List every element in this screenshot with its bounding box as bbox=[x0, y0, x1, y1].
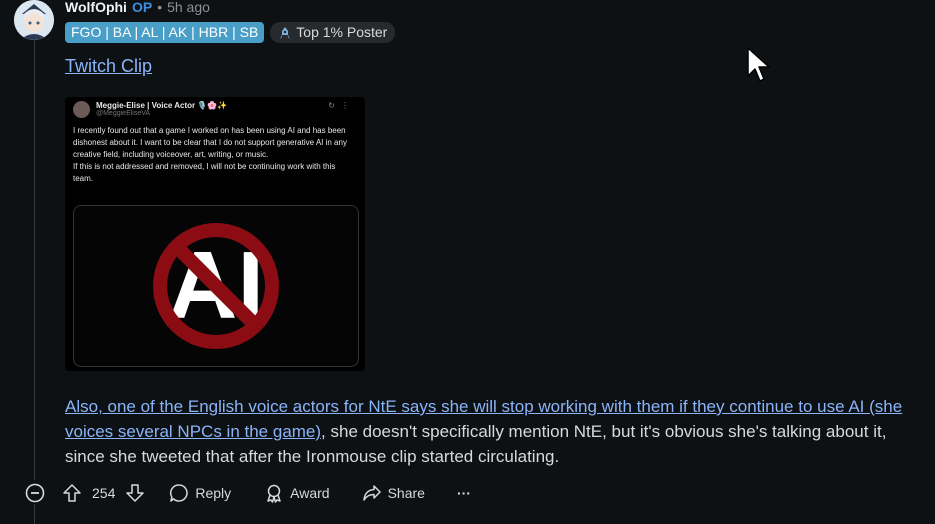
tweet-author-handle: @MeggieEliseVA bbox=[96, 110, 151, 117]
tweet-paragraph-2: If this is not addressed and removed, I … bbox=[73, 162, 336, 183]
collapse-thread-button[interactable] bbox=[24, 483, 46, 503]
share-label: Share bbox=[387, 485, 425, 501]
tweet-menu-icons: ↻⋮ bbox=[328, 101, 355, 110]
timestamp[interactable]: 5h ago bbox=[167, 0, 210, 15]
tweet-media: AI bbox=[73, 205, 359, 367]
top-poster-label: Top 1% Poster bbox=[296, 24, 388, 40]
no-ai-symbol: AI bbox=[153, 223, 279, 349]
comment-actions: 254 Reply Award Share ··· bbox=[24, 480, 471, 506]
tweet-paragraph-1: I recently found out that a game I worke… bbox=[73, 126, 347, 159]
tweet-text: I recently found out that a game I worke… bbox=[73, 125, 357, 185]
tweet-avatar bbox=[73, 101, 90, 118]
comment-body: Also, one of the English voice actors fo… bbox=[65, 394, 925, 469]
tweet-author-name: Meggie-Elise | Voice Actor 🎙️🌸✨ bbox=[96, 101, 228, 110]
tweet-header: Meggie-Elise | Voice Actor 🎙️🌸✨ @MeggieE… bbox=[73, 101, 227, 118]
reply-label: Reply bbox=[195, 485, 232, 501]
collapse-minus-icon bbox=[25, 483, 45, 503]
upvote-icon[interactable] bbox=[62, 483, 82, 503]
downvote-icon[interactable] bbox=[125, 483, 145, 503]
vote-score: 254 bbox=[92, 485, 116, 501]
avatar[interactable] bbox=[14, 0, 54, 40]
reply-bubble-icon bbox=[170, 484, 189, 502]
award-label: Award bbox=[290, 485, 330, 501]
flair-row: FGO | BA | AL | AK | HBR | SB Top 1% Pos… bbox=[65, 22, 396, 43]
award-icon bbox=[267, 484, 281, 503]
embedded-tweet-image[interactable]: Meggie-Elise | Voice Actor 🎙️🌸✨ @MeggieE… bbox=[65, 97, 365, 371]
reply-button[interactable]: Reply bbox=[169, 483, 231, 503]
share-arrow-icon bbox=[362, 485, 381, 501]
user-flair: FGO | BA | AL | AK | HBR | SB bbox=[65, 22, 265, 43]
separator-dot: • bbox=[157, 0, 163, 15]
vote-group: 254 bbox=[62, 483, 145, 503]
award-button[interactable]: Award bbox=[264, 483, 330, 503]
op-badge: OP bbox=[131, 0, 153, 15]
comment-header: WolfOphi OP • 5h ago bbox=[65, 0, 210, 16]
top-poster-badge[interactable]: Top 1% Poster bbox=[270, 22, 396, 43]
share-button[interactable]: Share bbox=[362, 483, 425, 503]
twitch-clip-link[interactable]: Twitch Clip bbox=[65, 56, 152, 77]
thread-line-lower bbox=[34, 504, 35, 524]
mouse-pointer-icon bbox=[747, 47, 770, 82]
more-options-button[interactable]: ··· bbox=[457, 485, 471, 501]
rocket-icon bbox=[280, 26, 291, 39]
username[interactable]: WolfOphi bbox=[65, 0, 127, 15]
thread-line bbox=[34, 40, 35, 480]
